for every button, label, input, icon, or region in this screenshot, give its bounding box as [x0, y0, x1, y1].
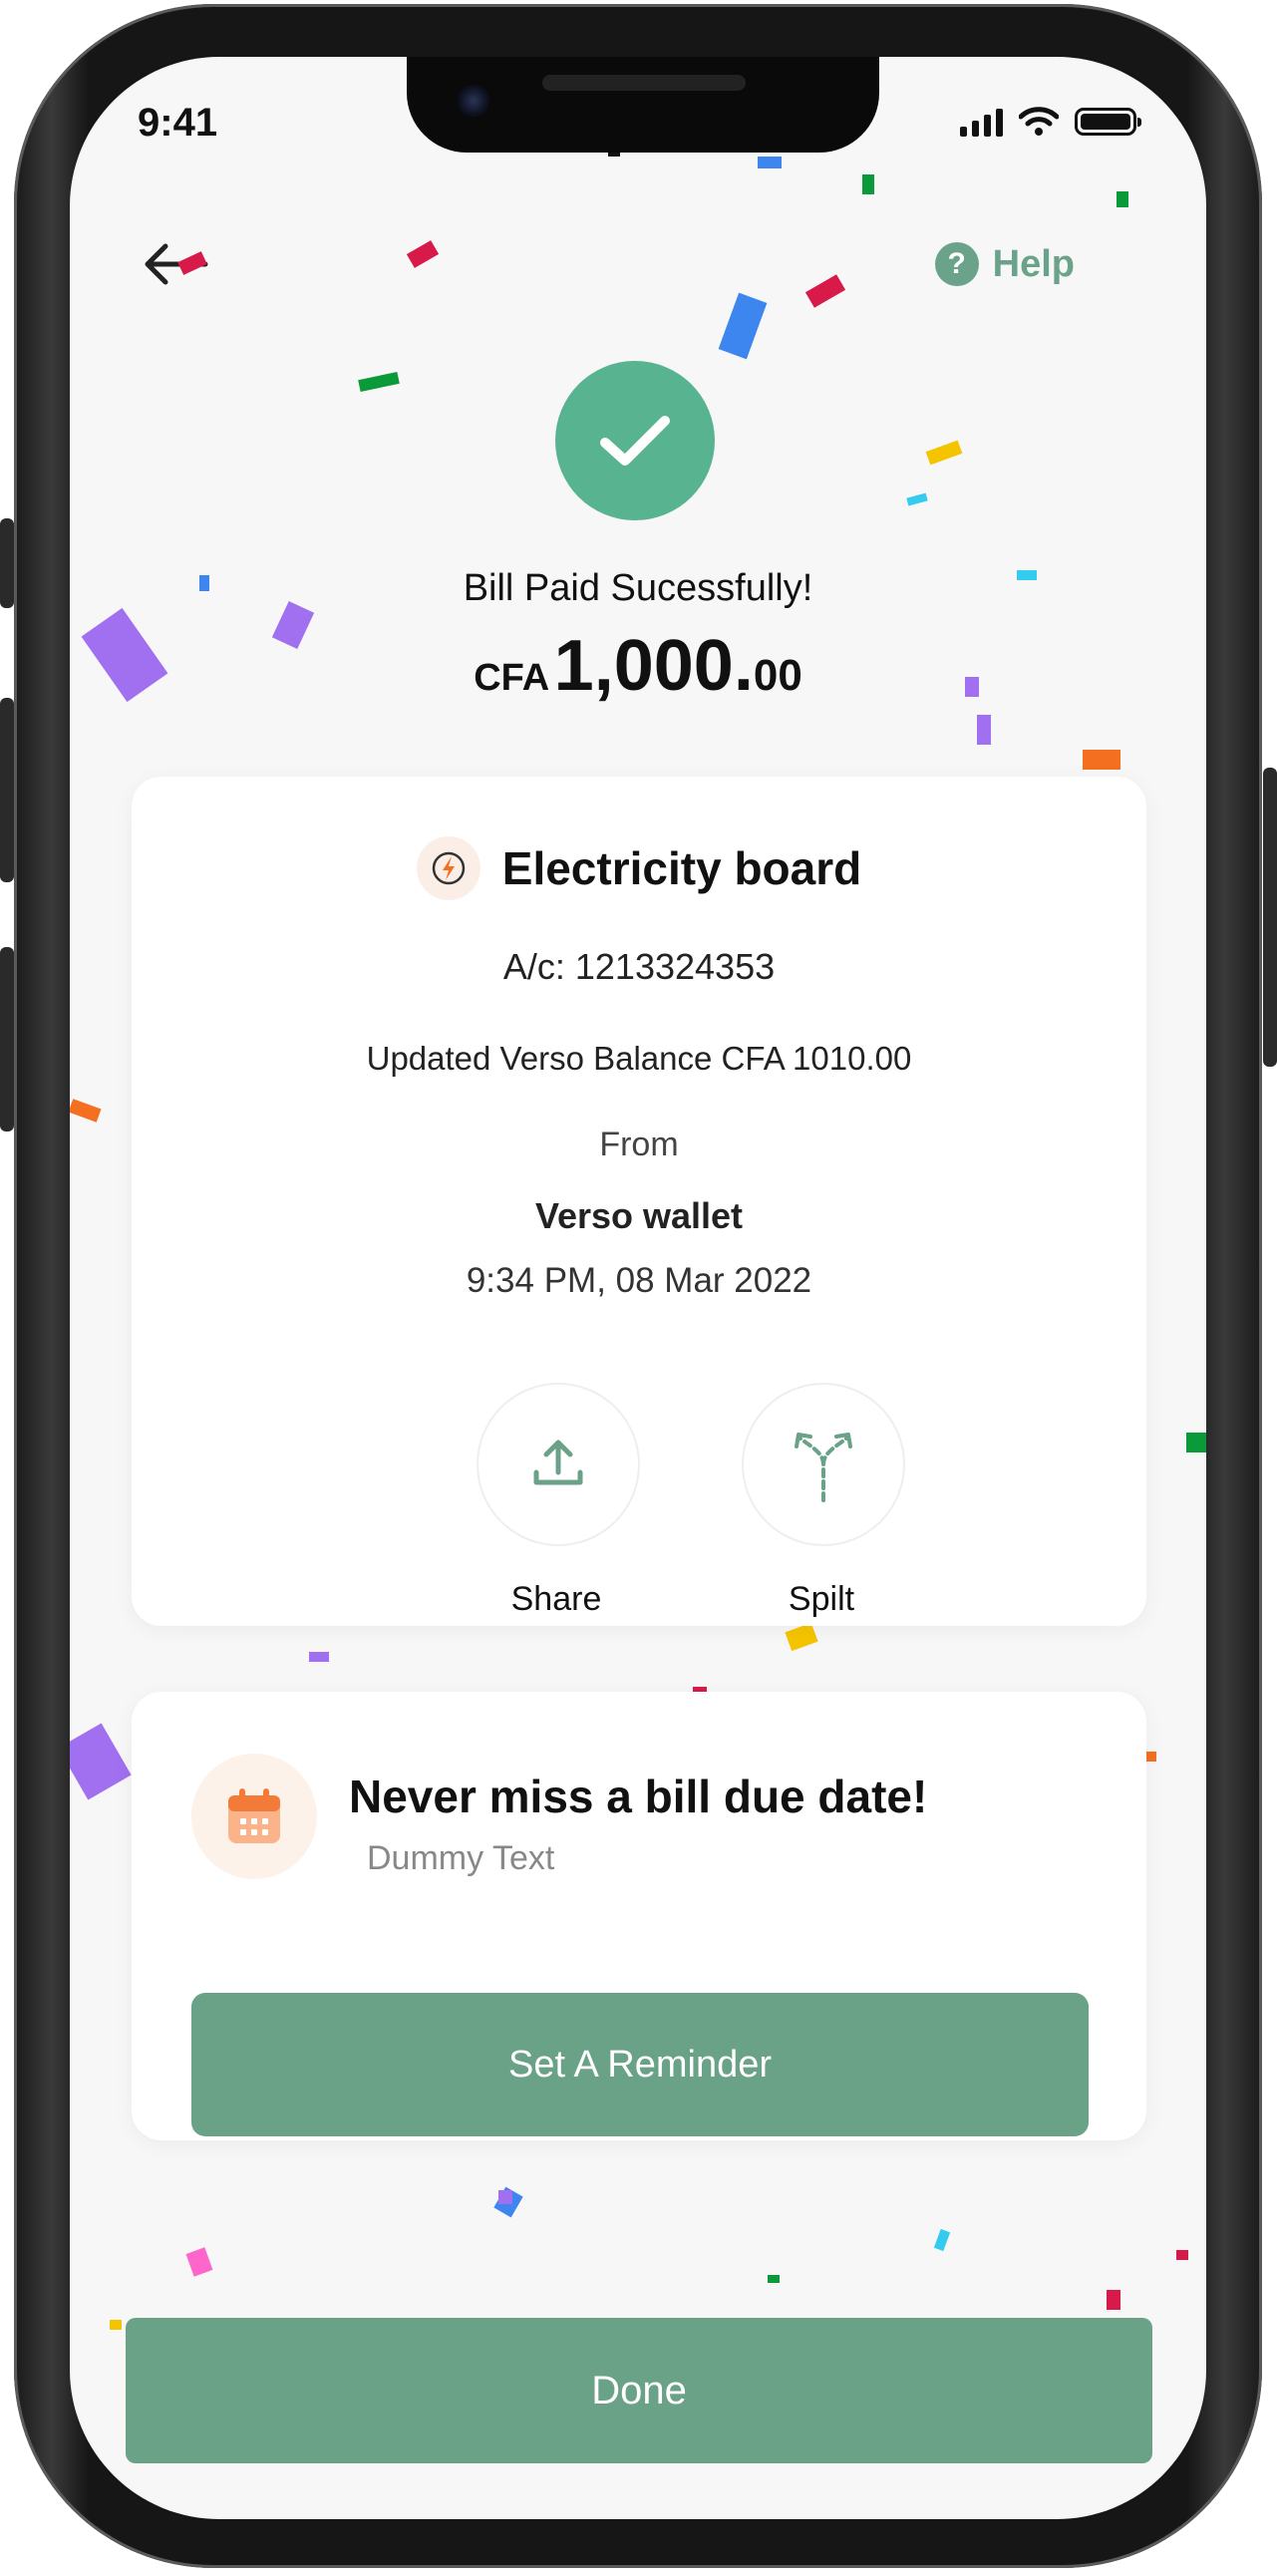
from-label: From	[599, 1126, 679, 1163]
share-upload-icon	[533, 1440, 583, 1485]
notch	[407, 57, 879, 153]
wifi-icon	[1019, 107, 1059, 136]
share-label: Share	[510, 1580, 602, 1618]
split-button[interactable]	[742, 1383, 905, 1546]
amount-decimals: 00	[753, 651, 802, 700]
reminder-title: Never miss a bill due date!	[349, 1771, 928, 1822]
back-button[interactable]	[136, 234, 221, 294]
paid-amount: CFA 1,000.00	[70, 625, 1206, 707]
help-link[interactable]: ? Help	[934, 242, 1075, 286]
transaction-timestamp: 9:34 PM, 08 Mar 2022	[466, 1261, 812, 1300]
volume-down-button	[0, 947, 14, 1131]
amount-main: 1,000.	[553, 626, 754, 706]
phone-screen: 9:41 ? Help Bill Paid Sucessfully! CFA 1…	[70, 57, 1206, 2519]
power-button	[1263, 768, 1277, 1067]
done-button[interactable]: Done	[126, 2318, 1152, 2463]
success-check-circle	[555, 361, 715, 520]
volume-up-button	[0, 698, 14, 882]
checkmark-icon	[600, 416, 670, 466]
signal-icon	[960, 107, 1003, 137]
updated-balance: Updated Verso Balance CFA 1010.00	[366, 1040, 912, 1077]
calendar-icon	[191, 1754, 317, 1879]
source-wallet: Verso wallet	[534, 1195, 744, 1236]
account-number: A/c: 1213324353	[502, 946, 776, 987]
front-camera	[458, 85, 489, 117]
set-reminder-button[interactable]: Set A Reminder	[191, 1993, 1089, 2136]
help-label: Help	[992, 242, 1075, 285]
biller-row: Electricity board	[132, 836, 1146, 900]
arrow-left-icon	[145, 243, 208, 285]
question-icon: ?	[934, 242, 979, 286]
status-icons	[960, 107, 1141, 137]
success-title: Bill Paid Sucessfully!	[463, 567, 813, 609]
status-time: 9:41	[138, 101, 218, 145]
electricity-logo-icon	[416, 836, 480, 900]
biller-name: Electricity board	[501, 842, 862, 894]
split-arrows-icon	[795, 1433, 852, 1502]
battery-icon	[1075, 108, 1141, 136]
reminder-card: Never miss a bill due date! Dummy Text S…	[132, 1692, 1146, 2140]
share-button[interactable]	[477, 1383, 640, 1546]
reminder-subtitle: Dummy Text	[367, 1839, 555, 1877]
split-label: Spilt	[788, 1580, 855, 1618]
amount-currency: CFA	[474, 657, 550, 699]
mute-switch	[0, 518, 14, 608]
transaction-details-card: Electricity board A/c: 1213324353 Update…	[132, 777, 1146, 1626]
speaker-grille	[542, 75, 746, 91]
